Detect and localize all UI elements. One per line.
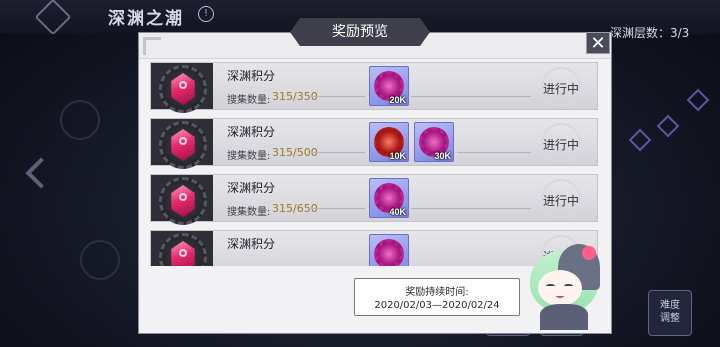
reward-item[interactable] bbox=[369, 234, 409, 266]
reward-count: 20K bbox=[389, 95, 406, 105]
rune-decoration-icon bbox=[80, 240, 120, 280]
mascot-body bbox=[540, 304, 588, 330]
mascot-face bbox=[538, 270, 582, 306]
corner-ornament-icon bbox=[143, 37, 161, 55]
reward-item[interactable]: 10K bbox=[369, 122, 409, 162]
reward-count: 30K bbox=[434, 151, 451, 161]
crystal-core-icon bbox=[179, 137, 187, 145]
gear-crystal-purple-icon bbox=[374, 239, 404, 266]
row-title: 深渊积分 bbox=[227, 125, 276, 139]
status-stamp: 进行中 bbox=[535, 67, 587, 107]
close-button[interactable]: ✕ bbox=[586, 32, 610, 54]
status-stamp: 进行中 bbox=[535, 123, 587, 163]
reward-list[interactable]: 深渊积分 搜集数量: 315/350 20K 进行中 深渊积分 搜集数量: 31… bbox=[150, 62, 598, 266]
reward-item[interactable]: 40K bbox=[369, 178, 409, 218]
flower-icon bbox=[582, 246, 596, 260]
row-divider bbox=[411, 208, 531, 209]
progress-label: 搜集数量: bbox=[227, 151, 271, 162]
mascot-avatar bbox=[524, 240, 604, 330]
mascot-eye bbox=[546, 284, 555, 288]
row-divider bbox=[457, 152, 531, 153]
info-icon[interactable]: ! bbox=[198, 6, 214, 22]
reward-count: 40K bbox=[389, 207, 406, 217]
mascot-mouth bbox=[556, 294, 564, 298]
row-divider bbox=[311, 96, 365, 97]
row-title: 深渊积分 bbox=[227, 69, 276, 83]
status-text: 进行中 bbox=[542, 82, 579, 96]
rune-decoration-icon bbox=[60, 100, 100, 140]
progress-label: 搜集数量: bbox=[227, 207, 271, 218]
crystal-core-icon bbox=[179, 193, 187, 201]
reward-item[interactable]: 20K bbox=[369, 66, 409, 106]
reward-row: 深渊积分 搜集数量: 315/350 20K 进行中 bbox=[150, 62, 598, 113]
background-title: 深渊之潮 bbox=[108, 9, 184, 29]
row-divider bbox=[411, 96, 531, 97]
progress-label: 搜集数量: bbox=[227, 95, 271, 106]
abyss-layer-indicator: 深渊层数：3/3 bbox=[610, 26, 690, 40]
crystal-core-icon bbox=[179, 249, 187, 257]
mascot-eye bbox=[564, 284, 573, 288]
duration-range: 2020/02/03—2020/02/24 bbox=[374, 300, 500, 311]
reward-count: 10K bbox=[389, 151, 406, 161]
row-title: 深渊积分 bbox=[227, 237, 276, 251]
row-divider bbox=[311, 152, 365, 153]
crystal-core-icon bbox=[179, 81, 187, 89]
status-text: 进行中 bbox=[542, 194, 579, 208]
reward-item[interactable]: 30K bbox=[414, 122, 454, 162]
modal-title: 奖励预览 bbox=[290, 18, 430, 46]
reward-row: 深渊积分 搜集数量: 315/500 10K 30K 进行中 bbox=[150, 118, 598, 169]
reward-duration-box: 奖励持续时间: 2020/02/03—2020/02/24 bbox=[354, 278, 520, 316]
reward-row: 深渊积分 搜集数量: 315/650 40K 进行中 bbox=[150, 174, 598, 225]
row-title: 深渊积分 bbox=[227, 181, 276, 195]
row-divider bbox=[311, 208, 365, 209]
status-stamp: 进行中 bbox=[535, 179, 587, 219]
duration-label: 奖励持续时间: bbox=[405, 287, 469, 298]
status-text: 进行中 bbox=[542, 138, 579, 152]
difficulty-adjust-button[interactable]: 难度 调整 bbox=[648, 290, 692, 336]
